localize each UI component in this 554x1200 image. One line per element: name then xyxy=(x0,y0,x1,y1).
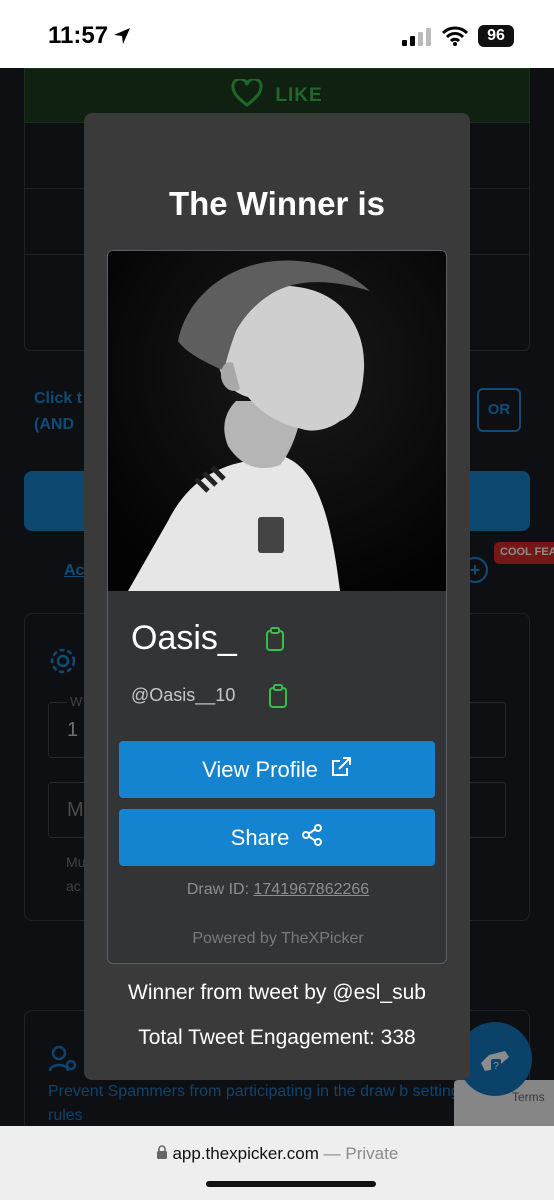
browser-url-bar[interactable]: app.thexpicker.com — Private xyxy=(0,1126,554,1200)
draw-id-link[interactable]: 1741967862266 xyxy=(254,881,370,898)
url-display[interactable]: app.thexpicker.com — Private xyxy=(0,1144,554,1164)
url-domain: app.thexpicker.com xyxy=(172,1144,319,1163)
browsing-mode: Private xyxy=(345,1144,399,1163)
battery-indicator: 96 xyxy=(478,25,514,47)
draw-id: Draw ID: 1741967862266 xyxy=(108,881,446,899)
modal-title: The Winner is xyxy=(168,185,386,222)
winner-modal: The Winner is Oasis_ @Oasis__10 View Pro… xyxy=(84,113,470,1080)
share-icon xyxy=(301,823,323,852)
copy-name-icon[interactable] xyxy=(265,627,285,656)
view-profile-label: View Profile xyxy=(202,756,318,782)
external-link-icon xyxy=(330,756,352,784)
winner-card: Oasis_ @Oasis__10 View Profile Share Dra… xyxy=(107,250,447,964)
wifi-icon xyxy=(441,26,469,51)
share-button[interactable]: Share xyxy=(119,809,435,866)
location-arrow-icon xyxy=(112,26,132,51)
status-time: 11:57 xyxy=(48,22,109,49)
draw-id-label: Draw ID: xyxy=(186,881,250,898)
home-indicator[interactable] xyxy=(206,1181,376,1187)
tweet-source: Winner from tweet by @esl_sub xyxy=(128,981,426,1004)
cellular-signal-icon xyxy=(402,28,432,51)
winner-name: Oasis_ xyxy=(131,619,237,657)
powered-by: Powered by TheXPicker xyxy=(192,930,364,947)
share-label: Share xyxy=(230,824,290,850)
lock-icon xyxy=(156,1144,173,1163)
view-profile-button[interactable]: View Profile xyxy=(119,741,435,798)
winner-photo xyxy=(108,251,446,591)
url-separator: — xyxy=(318,1144,346,1163)
winner-handle: @Oasis__10 xyxy=(131,685,236,705)
copy-handle-icon[interactable] xyxy=(268,684,288,713)
status-bar: 11:57 96 xyxy=(0,0,554,68)
engagement-count: Total Tweet Engagement: 338 xyxy=(138,1026,416,1049)
